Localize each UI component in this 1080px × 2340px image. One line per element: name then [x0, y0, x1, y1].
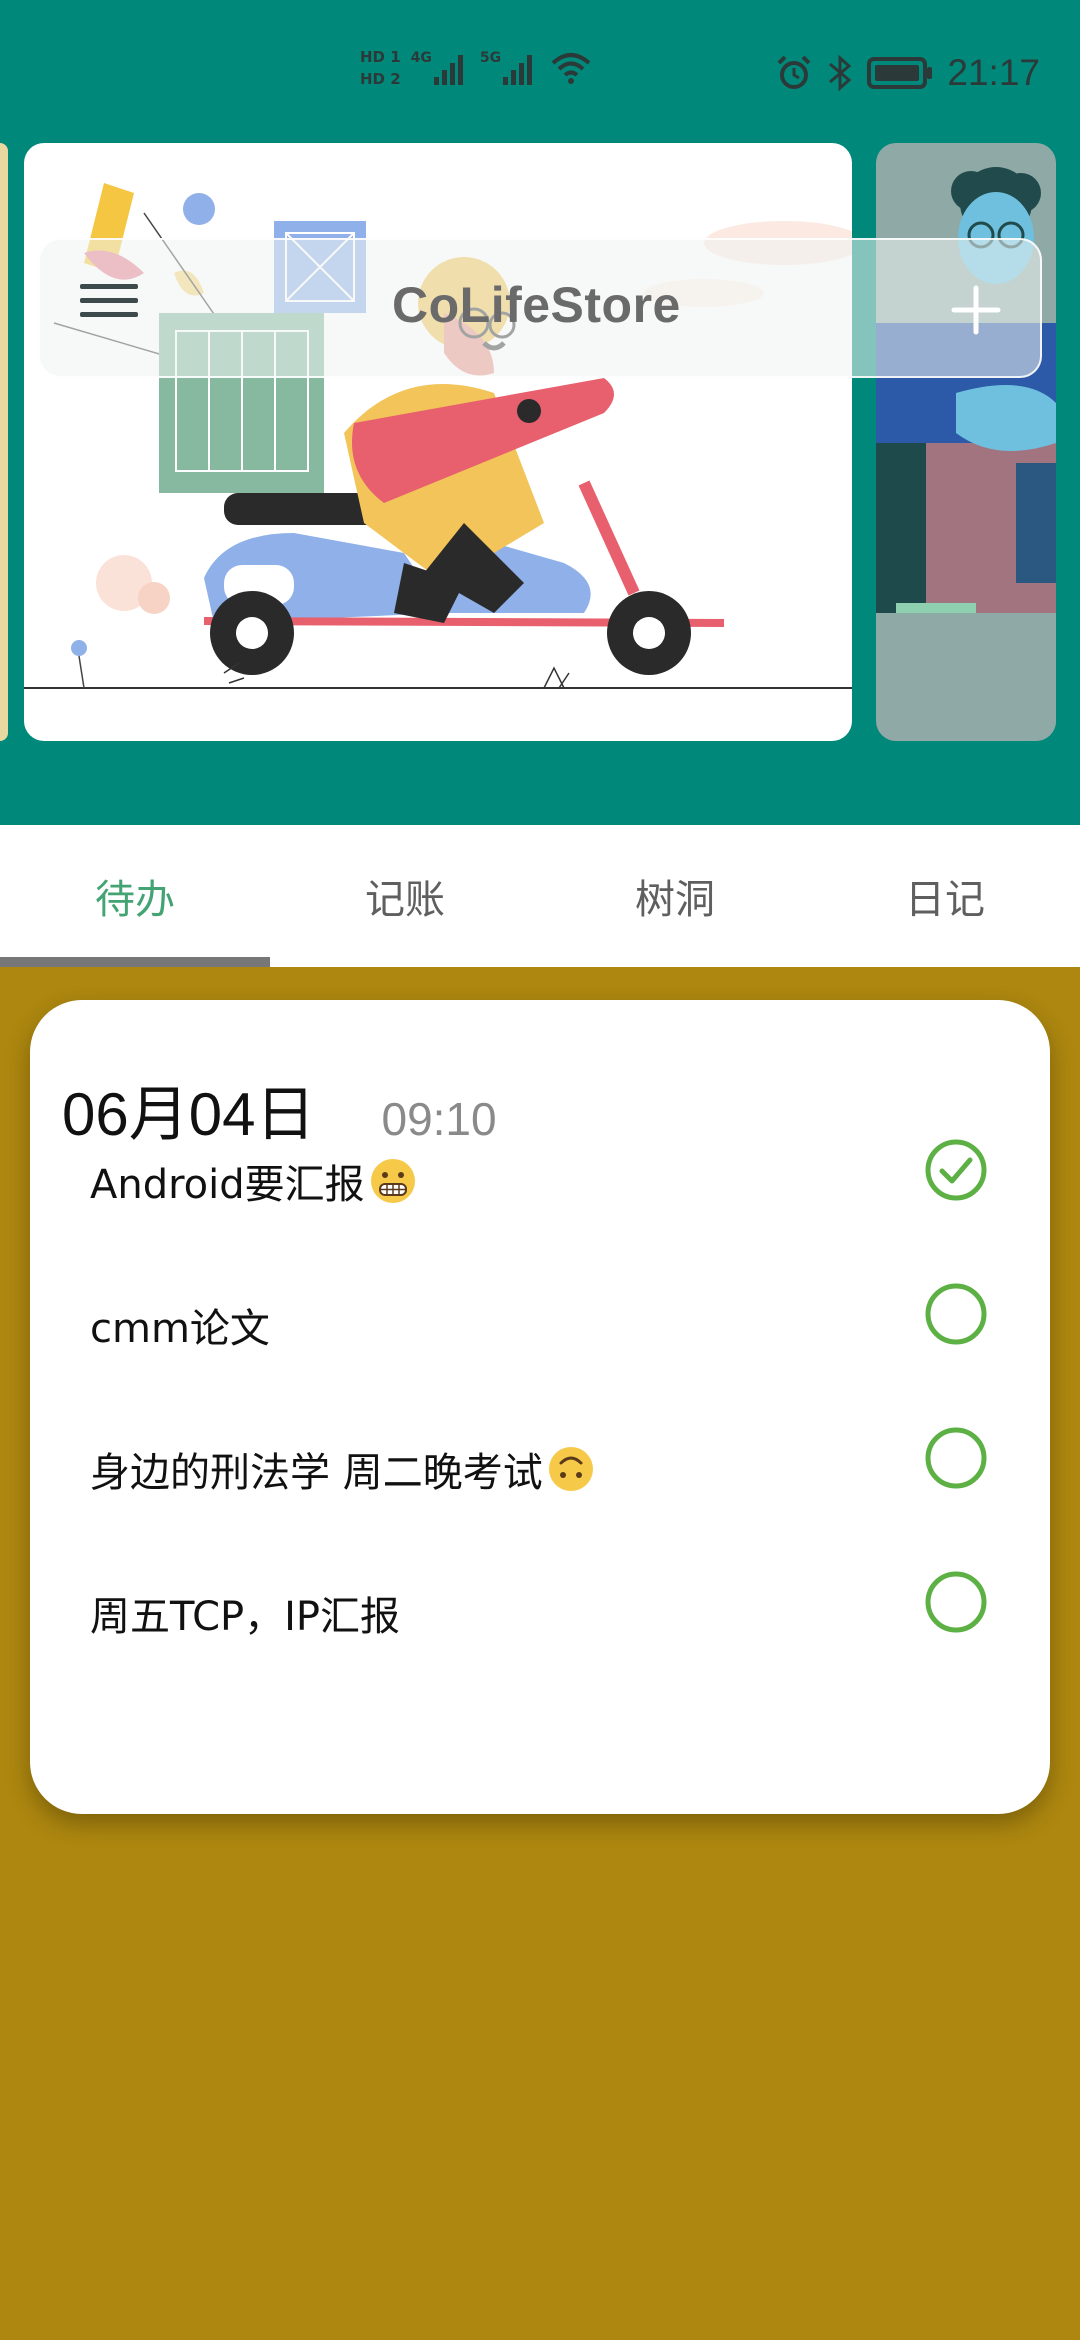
todo-item-label: cmm论文 — [90, 1306, 270, 1352]
tab-label: 日记 — [905, 877, 985, 923]
signal-strength-icon — [433, 55, 463, 85]
tab-diary[interactable]: 日记 — [810, 825, 1080, 967]
tab-label: 待办 — [95, 877, 175, 923]
todo-item-label: 身边的刑法学 周二晚考试 — [90, 1450, 543, 1496]
tab-indicator — [0, 957, 270, 967]
todo-text: Android要汇报 — [90, 1152, 417, 1210]
app-title: CoLifeStore — [392, 277, 681, 333]
grimacing-face-icon — [370, 1159, 415, 1203]
unchecked-circle-icon[interactable] — [924, 1282, 988, 1346]
network-type-label: 4G — [410, 50, 432, 66]
status-bar: HD 1 HD 2 4G 5G 21:17 — [0, 0, 1080, 140]
hd1-label: HD 1 — [360, 48, 401, 66]
hd2-indicator: HD 2 — [360, 70, 401, 88]
todo-text: cmm论文 — [90, 1296, 270, 1354]
todo-text: 身边的刑法学 周二晚考试 — [90, 1440, 595, 1498]
plus-icon[interactable] — [944, 278, 1008, 342]
signal-sim1: 4G — [410, 50, 470, 85]
tab-bar: 待办 记账 树洞 日记 — [0, 825, 1080, 967]
tab-accounting[interactable]: 记账 — [270, 825, 540, 967]
todo-item[interactable]: 身边的刑法学 周二晚考试 — [30, 1418, 1050, 1562]
signal-sim2: 5G — [479, 50, 539, 85]
reading-person-illustration — [876, 167, 1056, 741]
unchecked-circle-icon[interactable] — [924, 1426, 988, 1490]
network-type-label-2: 5G — [479, 50, 502, 66]
todo-item[interactable]: Android要汇报 — [30, 1130, 1050, 1274]
todo-text: 周五TCP，IP汇报 — [90, 1584, 400, 1642]
banner-next-peek[interactable] — [876, 143, 1056, 741]
system-status: 21:17 — [775, 52, 1040, 94]
todo-item-label: 周五TCP，IP汇报 — [90, 1594, 401, 1640]
tab-todo[interactable]: 待办 — [0, 825, 270, 967]
banner-prev-peek[interactable] — [0, 143, 8, 741]
tab-treehole[interactable]: 树洞 — [540, 825, 810, 967]
todo-item-label: Android要汇报 — [90, 1162, 365, 1208]
todo-list: Android要汇报 cmm论文 身边的刑法学 周二晚考试 周五TCP，IP汇报 — [30, 1130, 1050, 1706]
unchecked-circle-icon[interactable] — [924, 1570, 988, 1634]
signal-strength-icon — [503, 55, 533, 85]
banner-card[interactable] — [24, 143, 852, 741]
hamburger-menu-icon[interactable] — [80, 284, 138, 336]
app-top-bar: CoLifeStore — [38, 238, 1042, 378]
network-status: HD 1 HD 2 4G 5G — [360, 48, 593, 88]
clock-time: 21:17 — [947, 52, 1040, 93]
alarm-icon — [777, 55, 811, 89]
todo-item[interactable]: cmm论文 — [30, 1274, 1050, 1418]
tab-label: 树洞 — [635, 877, 715, 923]
todo-item[interactable]: 周五TCP，IP汇报 — [30, 1562, 1050, 1706]
upside-down-face-icon — [548, 1447, 593, 1491]
hd1-indicator: HD 1 — [360, 48, 401, 66]
hd-indicators: HD 1 HD 2 — [360, 48, 401, 88]
bluetooth-icon — [829, 54, 852, 92]
wifi-icon — [551, 53, 591, 84]
checked-circle-icon[interactable] — [924, 1138, 988, 1202]
todo-card[interactable]: 06月04日 09:10 Android要汇报 cmm论文 身边的刑法学 周二晚… — [30, 1000, 1050, 1814]
battery-icon — [867, 57, 933, 89]
tab-label: 记账 — [365, 877, 445, 923]
hd2-label: HD 2 — [360, 70, 401, 88]
delivery-scooter-illustration — [24, 183, 852, 689]
